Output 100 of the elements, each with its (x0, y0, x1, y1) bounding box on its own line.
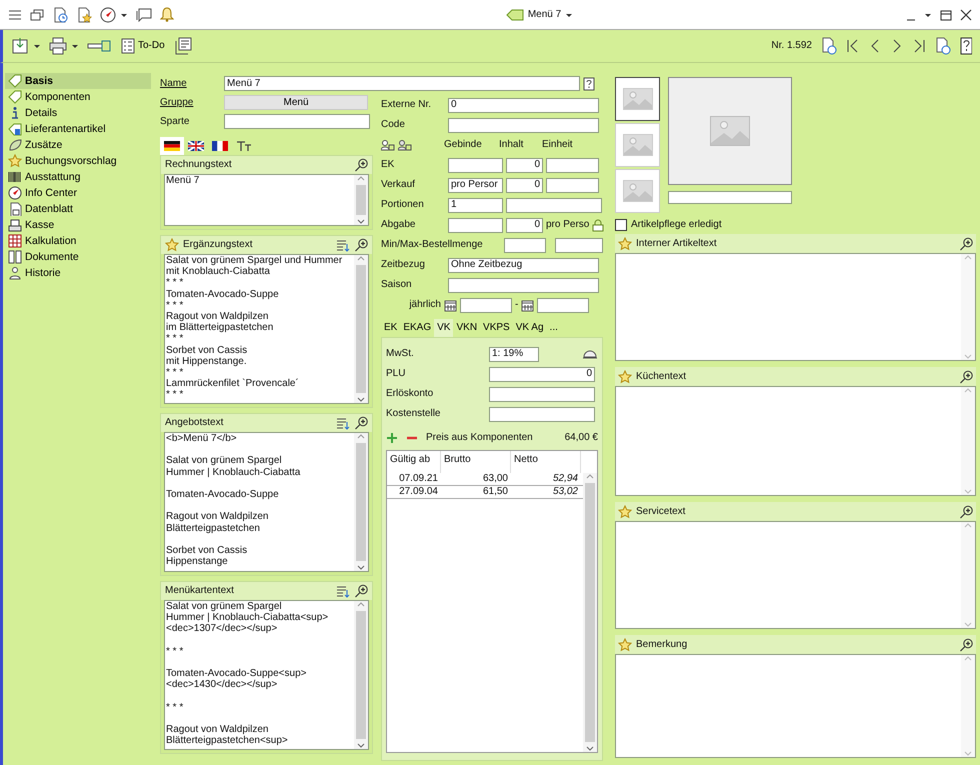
input-field[interactable]: 0 (489, 366, 595, 382)
scroll-up-icon[interactable] (357, 175, 365, 181)
field-label[interactable]: Gruppe (160, 96, 224, 108)
zoom-icon[interactable] (354, 158, 368, 172)
help-icon[interactable] (583, 76, 595, 90)
input-field[interactable]: 1 (448, 198, 503, 212)
add-icon[interactable] (386, 432, 398, 444)
input-field[interactable] (504, 238, 546, 252)
input-field[interactable] (460, 298, 512, 312)
scroll-up-icon[interactable] (357, 433, 365, 439)
text-area[interactable]: Salat von grünem Spargel und Hummer mit Knoblauch-Ciabatta * * * Tomaten-Avocado-Suppe * * * Ragout von Waldpilzen im Blätterteigpastetchen * * * Sorbet von Cassis mit Hippenstange. * * * Lammrückenfilet `Provencale´ * * * (164, 254, 369, 404)
scrollbar[interactable] (583, 473, 597, 752)
bell-icon[interactable] (160, 7, 174, 22)
document-clock-icon[interactable] (934, 37, 952, 55)
sort-icon[interactable] (336, 238, 350, 252)
input-field[interactable]: Ohne Zeitbezug (448, 258, 599, 272)
document-star-icon[interactable] (76, 6, 92, 22)
zoom-icon[interactable] (959, 504, 973, 518)
text-area[interactable]: Salat von grünem Spargel Hummer | Knoblauch-Ciabatta<sup> <dec>1307</dec></sup> * * * Tomaten-Avocado-Suppe<sup> <dec>1430</dec></sup> * * * Ragout von Waldpilzen Blätterteigpastetchen<sup> (164, 600, 369, 750)
compass-icon[interactable] (100, 6, 116, 22)
person-icon[interactable] (381, 139, 395, 151)
zoom-icon[interactable] (959, 638, 973, 652)
toggle-icon[interactable] (87, 40, 111, 52)
scroll-down-icon[interactable] (357, 743, 365, 749)
checkbox[interactable] (615, 219, 627, 231)
windows-icon[interactable] (30, 8, 44, 20)
sidebar-item[interactable]: Details (5, 105, 151, 121)
price-tab[interactable]: VKN (453, 319, 480, 337)
price-tab[interactable]: VKPS (480, 319, 513, 337)
scroll-up-icon[interactable] (357, 601, 365, 607)
sidebar-item[interactable]: Kalkulation (5, 233, 151, 249)
input-field[interactable] (448, 278, 599, 292)
sidebar-item[interactable]: Ausstattung (5, 169, 151, 185)
group-button[interactable]: Menü (224, 95, 368, 110)
image-thumbnail[interactable] (615, 77, 660, 121)
restore-icon[interactable] (940, 8, 952, 20)
calendar-icon[interactable] (521, 298, 534, 312)
sort-icon[interactable] (336, 584, 350, 598)
input-field[interactable]: pro Persor (448, 178, 503, 192)
calendar-icon[interactable] (444, 298, 457, 312)
sidebar-item[interactable]: Info Center (5, 185, 151, 201)
input-field[interactable] (555, 238, 603, 252)
input-field[interactable] (489, 406, 595, 422)
zoom-icon[interactable] (959, 370, 973, 384)
input-field[interactable]: 0 (506, 158, 543, 172)
scroll-down-icon[interactable] (357, 219, 365, 225)
caret-icon[interactable] (924, 12, 932, 18)
input-field[interactable]: 0 (506, 178, 543, 192)
input-field[interactable] (448, 218, 503, 232)
comment-icon[interactable] (136, 8, 152, 22)
document-clock-icon[interactable] (52, 6, 68, 22)
caption-field[interactable] (668, 191, 792, 204)
scroll-down-icon[interactable] (586, 746, 594, 752)
checkbox-label[interactable]: Artikelpflege erledigt (631, 219, 722, 231)
input-field[interactable] (489, 386, 595, 402)
scroll-down-icon[interactable] (357, 565, 365, 571)
scroll-up-icon[interactable] (586, 473, 594, 479)
price-tab[interactable]: EKAG (400, 319, 434, 337)
close-icon[interactable] (960, 8, 972, 20)
scrollbar[interactable] (354, 433, 368, 571)
language-tab[interactable] (160, 137, 184, 155)
last-icon[interactable] (912, 39, 926, 53)
sidebar-item[interactable]: Zusätze (5, 137, 151, 153)
input-field[interactable] (506, 198, 602, 212)
input-field[interactable] (546, 178, 599, 192)
input-field[interactable] (448, 158, 503, 172)
todo-button[interactable]: To-Do (119, 38, 167, 54)
menu-icon[interactable] (8, 8, 22, 20)
save-icon[interactable] (11, 37, 29, 55)
name-field[interactable]: Menü 7 (224, 76, 580, 91)
text-area[interactable]: <b>Menü 7</b> Salat von grünem Spargel Hummer | Knoblauch-Ciabatta Tomaten-Avocado-Suppe Ragout von Waldpilzen Blätterteigpastetchen Sorbet von Cassis Hippenstange (164, 432, 369, 572)
image-preview[interactable] (668, 77, 792, 185)
zoom-icon[interactable] (354, 238, 368, 252)
zoom-icon[interactable] (354, 584, 368, 598)
first-icon[interactable] (846, 39, 860, 53)
lock-icon[interactable] (592, 218, 604, 232)
printer-icon[interactable] (49, 37, 67, 55)
caret-icon[interactable] (120, 12, 128, 18)
sidebar-item[interactable]: Historie (5, 265, 151, 281)
scrollbar[interactable] (354, 601, 368, 749)
caret-icon[interactable] (565, 12, 574, 18)
scrollbar[interactable] (354, 175, 368, 225)
input-field[interactable] (448, 118, 599, 132)
scrollbar[interactable] (354, 255, 368, 403)
document-clock-icon[interactable] (820, 37, 838, 55)
zoom-icon[interactable] (354, 416, 368, 430)
price-tab[interactable]: VK Ag (512, 319, 547, 337)
input-field[interactable] (546, 158, 599, 172)
sort-icon[interactable] (336, 416, 350, 430)
caret-icon[interactable] (71, 43, 79, 49)
price-tab[interactable]: VK (434, 319, 454, 337)
sidebar-item[interactable]: Komponenten (5, 89, 151, 105)
scroll-down-icon[interactable] (357, 397, 365, 403)
input-field[interactable] (224, 114, 370, 129)
select-field[interactable]: 1: 19% (489, 346, 539, 362)
help-icon[interactable] (960, 37, 972, 55)
sidebar-item[interactable]: Basis (5, 73, 151, 89)
price-tab[interactable]: EK (381, 319, 400, 337)
notes-icon[interactable] (174, 37, 193, 55)
input-field[interactable] (537, 298, 590, 312)
